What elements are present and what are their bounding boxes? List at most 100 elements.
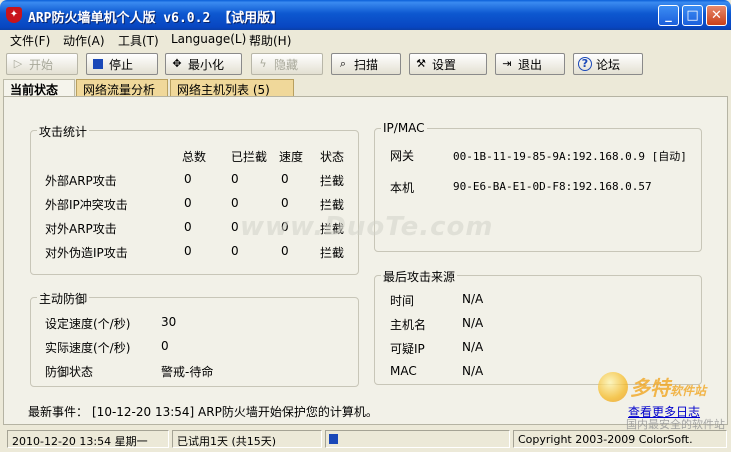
- help-circle-icon: ?: [578, 57, 592, 71]
- defense-row-value: 0: [161, 339, 169, 353]
- maximize-button[interactable]: □: [682, 5, 703, 26]
- attack-row-blocked: 0: [231, 220, 239, 234]
- attack-row-speed: 0: [281, 172, 289, 186]
- tab-current-status[interactable]: 当前状态: [3, 79, 75, 97]
- window-title: ARP防火墙单机个人版 v6.0.2 【试用版】: [28, 11, 284, 26]
- latest-event-label: 最新事件：: [28, 405, 89, 419]
- menu-file[interactable]: 文件(F): [10, 32, 50, 49]
- attack-stats-title: 攻击统计: [37, 123, 90, 140]
- attack-row-name: 外部ARP攻击: [45, 174, 117, 188]
- attack-source-value: N/A: [462, 316, 484, 330]
- menu-language[interactable]: Language(L): [171, 32, 246, 46]
- exit-door-icon: ⇥: [502, 57, 512, 70]
- play-icon: ▷: [13, 57, 23, 70]
- stop-button-label: 停止: [109, 57, 134, 72]
- status-progress-fill: [329, 434, 338, 444]
- attack-row-name: 对外伪造IP攻击: [45, 246, 128, 260]
- scan-button-label: 扫描: [354, 57, 379, 72]
- attack-row-total: 0: [184, 220, 192, 234]
- active-defense-title: 主动防御: [37, 290, 90, 307]
- gateway-label: 网关: [390, 149, 415, 163]
- scan-button[interactable]: ⌕ 扫描: [331, 53, 401, 75]
- header-blocked: 已拦截: [231, 150, 268, 164]
- tab-strip: 当前状态 网络流量分析 网络主机列表 (5): [0, 79, 731, 97]
- stop-icon: [93, 59, 103, 69]
- exit-button[interactable]: ⇥ 退出: [495, 53, 565, 75]
- attack-row-total: 0: [184, 196, 192, 210]
- status-bar: 2010-12-20 13:54 星期一 已试用1天 (共15天) Copyri…: [0, 428, 731, 452]
- attack-row-name: 对外ARP攻击: [45, 222, 117, 236]
- attack-source-label: MAC: [390, 364, 417, 378]
- status-trial: 已试用1天 (共15天): [172, 430, 322, 448]
- toolbar: ▷ 开始 停止 ✥ 最小化 ϟ 隐藏 ⌕ 扫描 ⚒ 设置 ⇥ 退出 ? 论坛: [0, 50, 731, 79]
- exit-button-label: 退出: [518, 57, 543, 72]
- start-button-label: 开始: [29, 57, 54, 72]
- maximize-icon: □: [686, 8, 699, 23]
- attack-row-total: 0: [184, 172, 192, 186]
- ip-mac-title: IP/MAC: [381, 121, 427, 135]
- settings-button[interactable]: ⚒ 设置: [409, 53, 487, 75]
- defense-row-value: 警戒-待命: [161, 365, 214, 379]
- hide-button-label: 隐藏: [274, 57, 299, 72]
- header-speed: 速度: [279, 150, 304, 164]
- magnifier-icon: ⌕: [339, 57, 347, 70]
- attack-row-name: 外部IP冲突攻击: [45, 198, 128, 212]
- watermark-text: www.DuoTe.com: [240, 212, 494, 242]
- last-attack-title: 最后攻击来源: [381, 268, 458, 285]
- forum-button-label: 论坛: [596, 57, 621, 72]
- attack-row-status: 拦截: [320, 246, 345, 260]
- settings-button-label: 设置: [432, 57, 457, 72]
- gateway-value: 00-1B-11-19-85-9A:192.168.0.9 [自动]: [453, 150, 687, 163]
- attack-stats-group: 攻击统计 总数 已拦截 速度 状态 外部ARP攻击 0 0 0 拦截 外部IP冲…: [30, 123, 359, 275]
- attack-source-value: N/A: [462, 340, 484, 354]
- menu-help[interactable]: 帮助(H): [249, 32, 291, 49]
- start-button[interactable]: ▷ 开始: [6, 53, 78, 75]
- minimize-app-button[interactable]: ✥ 最小化: [165, 53, 242, 75]
- latest-event-text: [10-12-20 13:54] ARP防火墙开始保护您的计算机。: [92, 405, 378, 419]
- attack-row-blocked: 0: [231, 244, 239, 258]
- lightning-icon: ϟ: [259, 57, 267, 70]
- menu-tools[interactable]: 工具(T): [118, 32, 159, 49]
- local-value: 90-E6-BA-E1-0D-F8:192.168.0.57: [453, 180, 652, 193]
- local-label: 本机: [390, 181, 415, 195]
- attack-row-speed: 0: [281, 244, 289, 258]
- active-defense-group: 主动防御 设定速度(个/秒) 30 实际速度(个/秒) 0 防御状态 警戒-待命: [30, 290, 359, 387]
- attack-source-label: 时间: [390, 294, 415, 308]
- attack-row-blocked: 0: [231, 172, 239, 186]
- site-logo-text: 多特软件站: [630, 372, 706, 401]
- attack-row-status: 拦截: [320, 198, 345, 212]
- status-datetime: 2010-12-20 13:54 星期一: [7, 430, 169, 448]
- site-logo-suffix: 软件站: [670, 384, 707, 398]
- attack-source-value: N/A: [462, 364, 484, 378]
- close-button[interactable]: ✕: [706, 5, 727, 26]
- last-attack-group: 最后攻击来源 时间 N/A 主机名 N/A 可疑IP N/A MAC N/A: [374, 268, 702, 385]
- settings-tool-icon: ⚒: [416, 57, 426, 70]
- minimize-arrows-icon: ✥: [172, 57, 182, 70]
- attack-source-label: 可疑IP: [390, 342, 425, 356]
- menu-bar: 文件(F) 动作(A) 工具(T) Language(L) 帮助(H): [0, 30, 731, 49]
- site-logo-name: 多特: [630, 376, 670, 400]
- attack-row-speed: 0: [281, 196, 289, 210]
- forum-button[interactable]: ? 论坛: [573, 53, 643, 75]
- shield-icon[interactable]: ✦: [6, 7, 22, 23]
- attack-row-status: 拦截: [320, 174, 345, 188]
- stop-button[interactable]: 停止: [86, 53, 158, 75]
- attack-row-blocked: 0: [231, 196, 239, 210]
- header-total: 总数: [182, 150, 207, 164]
- menu-action[interactable]: 动作(A): [63, 32, 105, 49]
- site-logo-icon: [598, 372, 628, 402]
- site-logo-subtitle: 国内最安全的软件站: [626, 418, 725, 431]
- attack-source-value: N/A: [462, 292, 484, 306]
- header-status: 状态: [320, 150, 345, 164]
- hide-button[interactable]: ϟ 隐藏: [251, 53, 323, 75]
- minimize-icon: _: [665, 8, 672, 23]
- title-bar: ✦ ARP防火墙单机个人版 v6.0.2 【试用版】 _ □ ✕: [0, 0, 731, 30]
- status-copyright: Copyright 2003-2009 ColorSoft.: [513, 430, 727, 448]
- close-icon: ✕: [711, 8, 722, 23]
- minimize-button[interactable]: _: [658, 5, 679, 26]
- attack-source-label: 主机名: [390, 318, 427, 332]
- defense-row-label: 设定速度(个/秒): [45, 317, 131, 331]
- tab-traffic-analysis[interactable]: 网络流量分析: [76, 79, 168, 97]
- tab-host-list[interactable]: 网络主机列表 (5): [170, 79, 294, 97]
- defense-row-label: 防御状态: [45, 365, 94, 379]
